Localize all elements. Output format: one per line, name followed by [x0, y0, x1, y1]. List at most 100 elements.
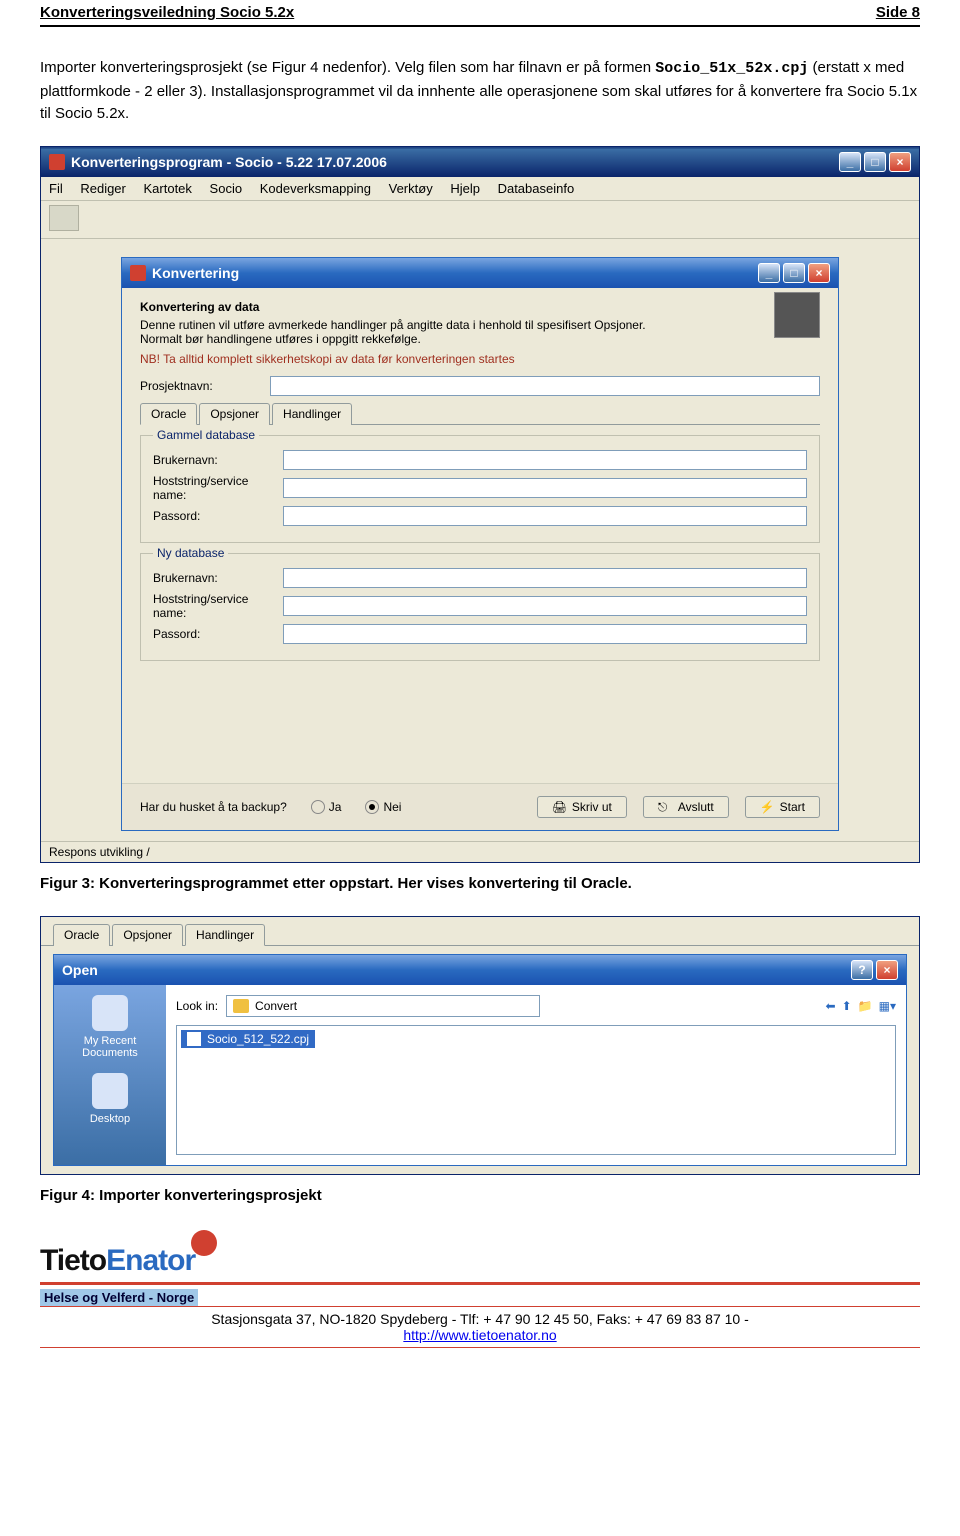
open-sidebar: My Recent Documents Desktop	[54, 985, 166, 1165]
konvertering-window: Konvertering _ □ × Konvertering av data …	[121, 257, 839, 831]
backup-question: Har du husket å ta backup?	[140, 800, 287, 814]
open-titlebar: Open ?×	[54, 955, 906, 985]
start-button[interactable]: ⚡Start	[745, 796, 820, 818]
file-item[interactable]: Socio_512_522.cpj	[181, 1030, 315, 1048]
lookin-label: Look in:	[176, 999, 218, 1013]
new-db-fieldset: Ny database Brukernavn: Hoststring/servi…	[140, 553, 820, 661]
old-pass-label: Passord:	[153, 509, 283, 523]
logo-badge-icon	[191, 1230, 217, 1256]
konv-close-button[interactable]: ×	[808, 263, 830, 283]
app-window: Konverteringsprogram - Socio - 5.22 17.0…	[40, 146, 920, 863]
tab-handlinger[interactable]: Handlinger	[272, 403, 352, 425]
tab2-handlinger[interactable]: Handlinger	[185, 924, 265, 946]
recent-icon	[92, 995, 128, 1031]
radio-nei[interactable]: Nei	[365, 800, 401, 814]
tab-oracle[interactable]: Oracle	[140, 403, 197, 425]
open-dialog: Open ?× My Recent Documents Desktop Look…	[53, 954, 907, 1166]
old-db-fieldset: Gammel database Brukernavn: Hoststring/s…	[140, 435, 820, 543]
sidebar-desktop[interactable]: Desktop	[60, 1073, 160, 1125]
old-pass-input[interactable]	[283, 506, 807, 526]
app-icon	[49, 154, 65, 170]
new-pass-input[interactable]	[283, 624, 807, 644]
new-user-input[interactable]	[283, 568, 807, 588]
old-user-input[interactable]	[283, 450, 807, 470]
proj-input[interactable]	[270, 376, 820, 396]
footer-text: Stasjonsgata 37, NO-1820 Spydeberg - Tlf…	[40, 1306, 920, 1348]
doc-header: Konverteringsveiledning Socio 5.2x Side …	[40, 0, 920, 27]
app-title: Konverteringsprogram - Socio - 5.22 17.0…	[71, 154, 387, 170]
footer-sub: Helse og Velferd - Norge	[40, 1289, 198, 1306]
new-folder-icon[interactable]: 📁	[858, 999, 873, 1013]
open-title: Open	[62, 962, 98, 978]
old-host-input[interactable]	[283, 478, 807, 498]
exit-button[interactable]: ⎋Avslutt	[643, 796, 729, 818]
konv-desc2: Normalt bør handlingene utføres i oppgit…	[140, 332, 820, 346]
konv-minimize-button[interactable]: _	[758, 263, 780, 283]
footer: TietoEnator Helse og Velferd - Norge Sta…	[40, 1244, 920, 1348]
menu-hjelp[interactable]: Hjelp	[450, 181, 480, 196]
figure4-caption: Figur 4: Importer konverteringsprosjekt	[40, 1187, 920, 1204]
konv-maximize-button[interactable]: □	[783, 263, 805, 283]
menu-kartotek[interactable]: Kartotek	[144, 181, 192, 196]
maximize-button[interactable]: □	[864, 152, 886, 172]
menu-fil[interactable]: Fil	[49, 181, 63, 196]
menu-socio[interactable]: Socio	[210, 181, 243, 196]
konv-desc1: Denne rutinen vil utføre avmerkede handl…	[140, 318, 820, 332]
button-row: Har du husket å ta backup? Ja Nei 🖨Skriv…	[122, 783, 838, 830]
desktop-icon	[92, 1073, 128, 1109]
app-titlebar: Konverteringsprogram - Socio - 5.22 17.0…	[41, 147, 919, 177]
start-icon: ⚡	[760, 800, 774, 814]
konv-panel: Konvertering av data Denne rutinen vil u…	[122, 288, 838, 783]
tab2-opsjoner[interactable]: Opsjoner	[112, 924, 183, 946]
header-right: Side 8	[876, 4, 920, 21]
exit-icon: ⎋	[658, 800, 672, 814]
figure3-caption: Figur 3: Konverteringsprogrammet etter o…	[40, 875, 920, 892]
new-pass-label: Passord:	[153, 627, 283, 641]
new-host-label: Hoststring/service name:	[153, 592, 283, 620]
menu-verktoy[interactable]: Verktøy	[389, 181, 433, 196]
toolbar-button[interactable]	[49, 205, 79, 231]
tabs: Oracle Opsjoner Handlinger	[140, 402, 820, 425]
menubar: Fil Rediger Kartotek Socio Kodeverksmapp…	[41, 177, 919, 201]
lookin-value: Convert	[255, 999, 297, 1013]
intro-paragraph: Importer konverteringsprosjekt (se Figur…	[40, 57, 920, 126]
print-button[interactable]: 🖨Skriv ut	[537, 796, 627, 818]
close-button[interactable]: ×	[889, 152, 911, 172]
logo: TietoEnator	[40, 1244, 920, 1278]
back-icon[interactable]: ⬅	[826, 999, 836, 1013]
open-screenshot: Oracle Opsjoner Handlinger Open ?× My Re…	[40, 916, 920, 1175]
menu-rediger[interactable]: Rediger	[80, 181, 126, 196]
konv-warning: NB! Ta alltid komplett sikkerhetskopi av…	[140, 352, 820, 366]
sidebar-recent[interactable]: My Recent Documents	[60, 995, 160, 1059]
new-user-label: Brukernavn:	[153, 571, 283, 585]
up-icon[interactable]: ⬆	[842, 999, 852, 1013]
proj-label: Prosjektnavn:	[140, 379, 270, 393]
old-db-title: Gammel database	[153, 428, 259, 442]
konv-icon	[130, 265, 146, 281]
radio-ja[interactable]: Ja	[311, 800, 342, 814]
tab2-oracle[interactable]: Oracle	[53, 924, 110, 946]
gear-icon	[774, 292, 820, 338]
menu-databaseinfo[interactable]: Databaseinfo	[498, 181, 575, 196]
header-left: Konverteringsveiledning Socio 5.2x	[40, 4, 294, 21]
lookin-dropdown[interactable]: Convert	[226, 995, 540, 1017]
old-user-label: Brukernavn:	[153, 453, 283, 467]
minimize-button[interactable]: _	[839, 152, 861, 172]
footer-link[interactable]: http://www.tietoenator.no	[403, 1327, 556, 1343]
open-close-button[interactable]: ×	[876, 960, 898, 980]
konv-section: Konvertering av data	[140, 300, 820, 314]
statusbar: Respons utvikling /	[41, 841, 919, 862]
new-host-input[interactable]	[283, 596, 807, 616]
toolbar	[41, 201, 919, 239]
open-help-button[interactable]: ?	[851, 960, 873, 980]
file-list[interactable]: Socio_512_522.cpj	[176, 1025, 896, 1155]
views-icon[interactable]: ▦▾	[879, 999, 896, 1013]
code-filename: Socio_51x_52x.cpj	[655, 60, 808, 77]
konv-title: Konvertering	[152, 265, 239, 281]
tab-opsjoner[interactable]: Opsjoner	[199, 403, 270, 425]
file-icon	[187, 1032, 201, 1046]
konv-titlebar: Konvertering _ □ ×	[122, 258, 838, 288]
old-host-label: Hoststring/service name:	[153, 474, 283, 502]
menu-kodeverksmapping[interactable]: Kodeverksmapping	[260, 181, 371, 196]
new-db-title: Ny database	[153, 546, 228, 560]
